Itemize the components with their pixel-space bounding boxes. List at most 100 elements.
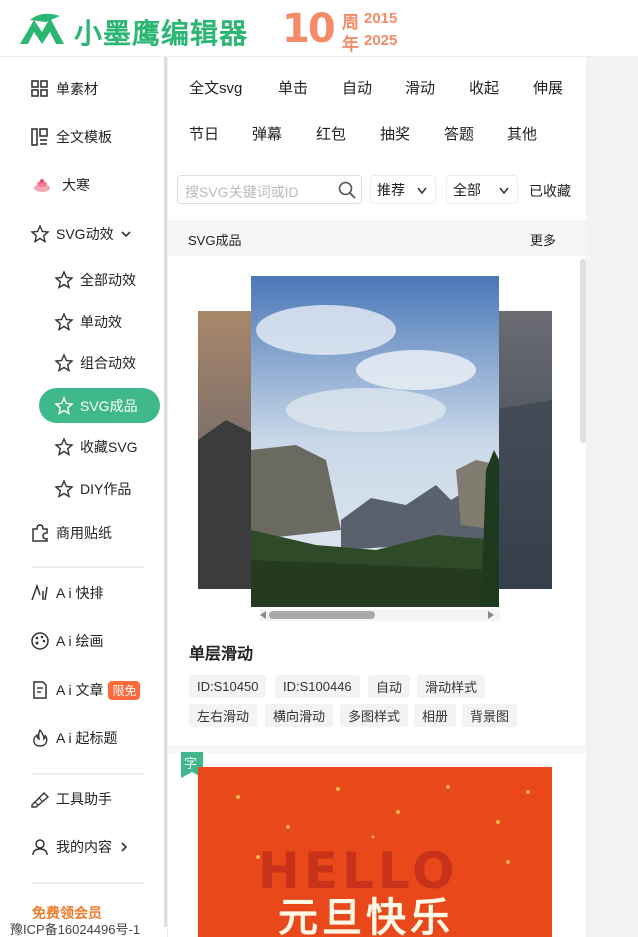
palette-icon [31, 632, 49, 650]
eagle-logo-icon[interactable] [16, 10, 68, 48]
sidebar-item-dahan[interactable]: 大寒 [32, 171, 90, 199]
card-title[interactable]: 单层滑动 [189, 640, 253, 664]
tool-icon [31, 792, 50, 808]
category-danmaku[interactable]: 弹幕 [252, 123, 282, 144]
sidebar-item-svg-effects[interactable]: SVG动效 [30, 220, 138, 248]
tag-album[interactable]: 相册 [414, 704, 457, 727]
logo-text[interactable]: 小墨鹰编辑器 [74, 12, 248, 52]
star-icon [54, 353, 74, 372]
tag-id[interactable]: ID:S100446 [275, 675, 360, 698]
category-festival[interactable]: 节日 [189, 123, 219, 144]
tag-background[interactable]: 背景图 [462, 704, 518, 727]
grid-icon [31, 80, 48, 97]
sidebar-item-single-material[interactable]: 单素材 [30, 75, 98, 103]
festival-icon [34, 179, 50, 192]
sidebar-item-single-effect[interactable]: 单动效 [54, 308, 122, 336]
sidebar-item-tools[interactable]: 工具助手 [30, 785, 112, 813]
anniversary-number: 10 [282, 6, 336, 52]
sidebar-item-label: A i 起标题 [56, 730, 118, 746]
chevron-down-icon [417, 187, 427, 195]
anniversary-year-end: 2025 [364, 32, 398, 49]
sidebar-item-label: 单动效 [80, 314, 122, 330]
sort-dropdown[interactable]: 推荐 [370, 175, 436, 204]
category-lottery[interactable]: 抽奖 [380, 123, 410, 144]
sidebar-divider [32, 566, 144, 568]
more-link[interactable]: 更多 [530, 230, 556, 249]
category-full-svg[interactable]: 全文svg [189, 77, 242, 98]
sidebar-item-label: 全文模板 [56, 129, 112, 145]
sidebar-item-label: 全部动效 [80, 272, 136, 288]
category-slide[interactable]: 滑动 [405, 77, 435, 98]
sidebar-item-full-template[interactable]: 全文模板 [30, 123, 112, 151]
tag-auto[interactable]: 自动 [368, 675, 411, 698]
main-scrollbar[interactable] [580, 259, 586, 443]
collected-filter[interactable]: 已收藏 [529, 181, 571, 201]
star-icon [54, 312, 74, 331]
tag-horizontal-slide[interactable]: 横向滑动 [265, 704, 334, 727]
limited-free-badge: 限免 [108, 680, 141, 700]
sidebar-item-label: 大寒 [62, 177, 90, 193]
sort-dropdown-value: 推荐 [377, 181, 405, 198]
sidebar-item-label: A i 绘画 [56, 633, 104, 649]
sidebar-item-ai-painting[interactable]: A i 绘画 [30, 627, 103, 655]
sidebar-item-svg-finished[interactable]: SVG成品 [39, 388, 160, 423]
sidebar-item-ai-title[interactable]: A i 起标题 [30, 724, 117, 752]
sidebar-item-stickers[interactable]: 商用贴纸 [30, 519, 112, 547]
anniversary-badge: 10 周 年 2015 2025 [282, 6, 412, 54]
tag-multi-image[interactable]: 多图样式 [340, 704, 409, 727]
sidebar-item-all-effects[interactable]: 全部动效 [54, 266, 136, 294]
search-icon[interactable] [338, 181, 356, 199]
scope-dropdown[interactable]: 全部 [446, 175, 518, 204]
top-header: 小墨鹰编辑器 10 周 年 2015 2025 [0, 0, 638, 57]
text-badge: 字 [184, 756, 198, 771]
section-title: SVG成品 [188, 233, 242, 248]
sidebar-item-label: DIY作品 [80, 481, 132, 497]
anniversary-nian: 年 [342, 35, 359, 54]
sidebar-item-label: 组合动效 [80, 355, 136, 371]
search-input[interactable]: 搜SVG关键词或ID [177, 175, 362, 204]
category-expand[interactable]: 伸展 [533, 77, 563, 98]
sidebar-item-combo-effect[interactable]: 组合动效 [54, 349, 136, 377]
sidebar-item-label: A i 快排 [56, 585, 104, 601]
category-collapse[interactable]: 收起 [469, 77, 499, 98]
category-red-packet[interactable]: 红包 [316, 123, 346, 144]
svg-card[interactable]: 单层滑动 ID:S10450 ID:S100446 自动 滑动样式 左右滑动 横… [176, 260, 574, 744]
card-preview-image[interactable] [176, 260, 574, 744]
sidebar-divider [32, 882, 144, 884]
category-other[interactable]: 其他 [507, 123, 537, 144]
sidebar-item-label: 工具助手 [56, 791, 112, 807]
sidebar-item-collected-svg[interactable]: 收藏SVG [54, 433, 138, 461]
ai-icon [31, 583, 48, 601]
icp-record[interactable]: 豫ICP备16024496号-1 [10, 919, 141, 937]
user-icon [32, 839, 48, 856]
star-icon [30, 224, 50, 243]
sidebar-item-label: SVG成品 [80, 397, 138, 414]
tag-slide-style[interactable]: 滑动样式 [417, 675, 486, 698]
tag-id[interactable]: ID:S10450 [189, 675, 267, 698]
sidebar-divider [32, 773, 144, 775]
sidebar-item-my-content[interactable]: 我的内容 [30, 833, 136, 861]
category-auto[interactable]: 自动 [342, 77, 372, 98]
chevron-down-icon [121, 231, 131, 238]
chevron-right-icon [121, 842, 128, 852]
sidebar-item-label: 收藏SVG [80, 439, 138, 455]
sidebar-item-label: 我的内容 [56, 839, 112, 855]
scope-dropdown-value: 全部 [453, 181, 481, 198]
sidebar-item-ai-layout[interactable]: A i 快排 [30, 579, 103, 607]
section-header: SVG成品 更多 [168, 220, 586, 256]
svg-card-preview-2[interactable]: HELLO 元旦快乐 [198, 767, 552, 937]
star-icon [54, 437, 74, 456]
sidebar-item-label: A i 文章 [56, 682, 104, 698]
star-icon [54, 479, 74, 498]
doc-icon [33, 681, 47, 699]
category-quiz[interactable]: 答题 [444, 123, 474, 144]
anniversary-year-start: 2015 [364, 10, 398, 27]
template-icon [31, 128, 48, 146]
star-icon [54, 270, 74, 289]
sidebar-item-ai-article[interactable]: A i 文章 限免 [30, 676, 141, 704]
sidebar-item-diy-works[interactable]: DIY作品 [54, 475, 131, 503]
sidebar: 单素材 全文模板 大寒 SVG动效 全部动效 单动效 组合动效 SVG成品 收藏… [0, 57, 168, 937]
chevron-down-icon [499, 187, 509, 195]
tag-left-right-slide[interactable]: 左右滑动 [189, 704, 258, 727]
category-click[interactable]: 单击 [278, 77, 308, 98]
